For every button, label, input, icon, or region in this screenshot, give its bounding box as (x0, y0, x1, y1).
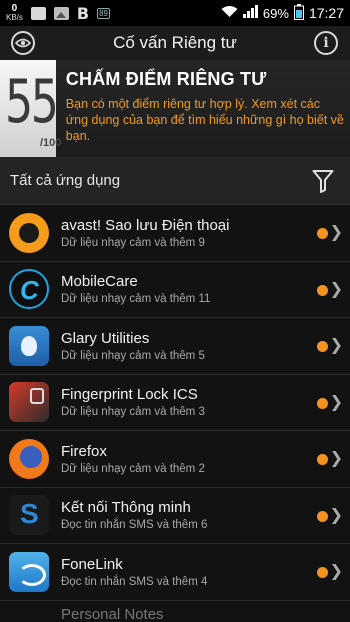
risk-dot (317, 397, 328, 409)
chevron-right-icon: ❯ (329, 280, 343, 298)
list-item[interactable]: Personal Notes (0, 600, 350, 622)
privacy-score-panel: 55 /100 CHẤM ĐIỂM RIÊNG TƯ Bạn có một đi… (0, 60, 350, 157)
app-name: FoneLink (61, 555, 123, 573)
app-detail: Đọc tin nhắn SMS và thêm 6 (61, 519, 208, 532)
privacy-score-max: /100 (40, 137, 62, 149)
privacy-score-description: Bạn có một điểm riêng tư hợp lý. Xem xét… (65, 97, 344, 143)
list-item[interactable]: Kết nối Thông minh Đọc tin nhắn SMS và t… (0, 487, 350, 544)
mobilecare-icon (9, 269, 49, 310)
list-item[interactable]: MobileCare Dữ liệu nhạy cảm và thêm 11 ❯ (0, 261, 350, 318)
app-name: avast! Sao lưu Điện thoại (61, 216, 230, 234)
privacy-score-value: 55 (5, 67, 59, 137)
avast-icon (9, 212, 49, 253)
clock: 17:27 (308, 5, 344, 21)
risk-dot (317, 341, 328, 352)
risk-dot (317, 228, 328, 239)
list-item[interactable]: Fingerprint Lock ICS Dữ liệu nhạy cảm và… (0, 374, 350, 431)
chevron-right-icon: ❯ (329, 563, 343, 580)
chevron-right-icon: ❯ (329, 337, 343, 354)
privacy-score-heading: CHẤM ĐIỂM RIÊNG TƯ (65, 69, 267, 89)
app-detail: Đọc tin nhắn SMS và thêm 4 (61, 575, 208, 588)
smart-connect-icon (9, 495, 49, 536)
app-name: Fingerprint Lock ICS (61, 386, 198, 404)
app-header: Cố vấn Riêng tư i (0, 26, 350, 60)
page-title: Cố vấn Riêng tư (113, 33, 237, 52)
firefox-icon (9, 438, 49, 479)
wifi-icon (221, 5, 238, 21)
battery-icon (293, 3, 304, 23)
network-speed: 0 KB/s (6, 3, 23, 23)
app-name: Firefox (61, 442, 107, 460)
app-name: Personal Notes (61, 606, 164, 622)
glary-icon (9, 325, 49, 366)
risk-dot (317, 567, 328, 578)
filter-icon[interactable] (312, 169, 334, 193)
risk-dot (317, 510, 328, 522)
list-item[interactable]: FoneLink Đọc tin nhắn SMS và thêm 4 ❯ (0, 544, 350, 601)
list-item[interactable]: Glary Utilities Dữ liệu nhạy cảm và thêm… (0, 318, 350, 375)
network-speed-value: 0 (11, 3, 18, 14)
all-apps-label: Tất cả ứng dụng (10, 172, 121, 189)
risk-dot (317, 284, 328, 296)
app-detail: Dữ liệu nhạy cảm và thêm 9 (61, 236, 205, 249)
chevron-right-icon: ❯ (329, 450, 343, 467)
signal-icon (242, 5, 258, 21)
status-bar: 0 KB/s B 89 69% 17:27 (0, 0, 350, 26)
badge-notification-icon: 89 (97, 7, 111, 19)
image-notification-icon (53, 6, 69, 20)
app-detail: Dữ liệu nhạy cảm và thêm 2 (61, 462, 205, 475)
app-detail: Dữ liệu nhạy cảm và thêm 11 (61, 293, 211, 306)
filter-bar: Tất cả ứng dụng (0, 157, 350, 205)
info-glyph: i (323, 35, 329, 51)
info-icon[interactable]: i (314, 31, 338, 55)
fingerprint-lock-icon (9, 382, 49, 423)
app-name: Kết nối Thông minh (61, 499, 191, 517)
app-name: Glary Utilities (61, 329, 150, 347)
app-detail: Dữ liệu nhạy cảm và thêm 5 (61, 349, 205, 362)
list-item[interactable]: avast! Sao lưu Điện thoại Dữ liệu nhạy c… (0, 205, 350, 262)
eye-icon[interactable] (11, 31, 35, 55)
app-name: MobileCare (61, 273, 138, 291)
list-item[interactable]: Firefox Dữ liệu nhạy cảm và thêm 2 ❯ (0, 431, 350, 488)
chevron-right-icon: ❯ (329, 506, 343, 524)
app-detail: Dữ liệu nhạy cảm và thêm 3 (61, 406, 205, 419)
app-list: avast! Sao lưu Điện thoại Dữ liệu nhạy c… (0, 205, 350, 622)
fonelink-icon (9, 551, 49, 592)
chevron-right-icon: ❯ (329, 393, 343, 411)
network-speed-unit: KB/s (6, 13, 23, 22)
chat-notification-icon (30, 6, 46, 20)
b-notification-icon: B (76, 3, 90, 23)
chevron-right-icon: ❯ (329, 224, 343, 241)
risk-dot (317, 454, 328, 465)
battery-percent: 69% (262, 5, 289, 21)
score-box: 55 /100 (0, 60, 61, 157)
